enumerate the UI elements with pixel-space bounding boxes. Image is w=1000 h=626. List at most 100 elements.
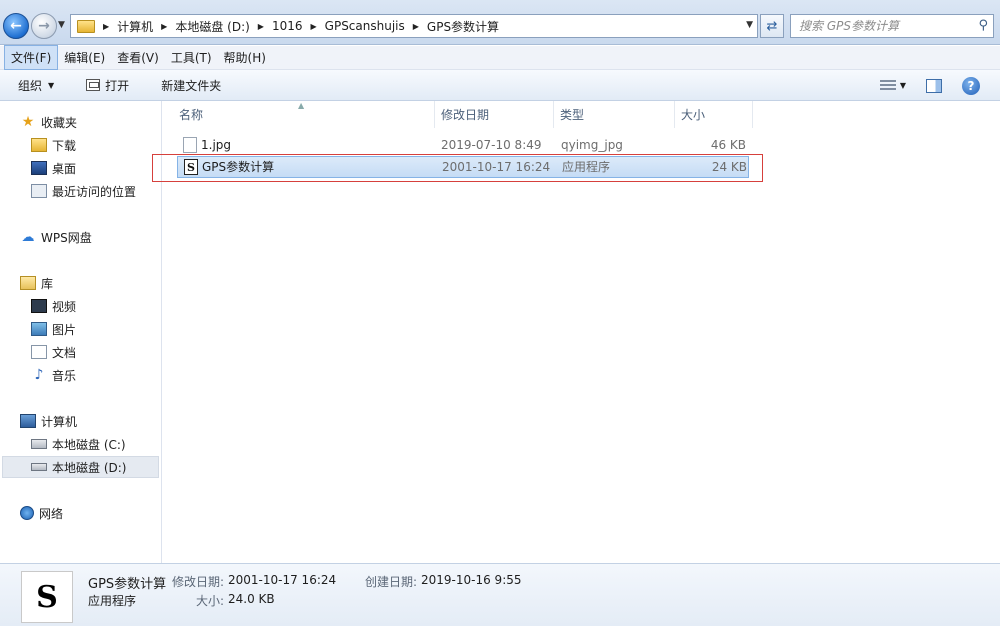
cloud-icon: ☁ — [21, 229, 35, 245]
library-icon — [20, 276, 36, 290]
highlight-box — [152, 154, 763, 182]
image-file-icon — [183, 137, 197, 153]
file-date: 2019-07-10 8:49 — [441, 138, 542, 152]
document-icon — [31, 345, 47, 359]
sidebar-item-recent-places[interactable]: 最近访问的位置 — [31, 180, 136, 202]
preview-pane-icon[interactable] — [926, 78, 942, 93]
open-icon — [86, 79, 101, 91]
sidebar-item-libraries[interactable]: 库 — [20, 272, 53, 294]
computer-icon — [20, 414, 36, 428]
sidebar-item-drive-c[interactable]: 本地磁盘 (C:) — [31, 433, 126, 455]
sidebar-item-videos[interactable]: 视频 — [31, 295, 76, 317]
sidebar-item-label: 收藏夹 — [41, 115, 78, 130]
sidebar-item-label: 桌面 — [52, 161, 77, 176]
back-arrow-icon: ← — [10, 18, 22, 34]
picture-icon — [31, 322, 47, 336]
details-size-value: 24.0 KB — [228, 592, 275, 606]
chevron-right-icon[interactable]: ▶ — [161, 22, 167, 31]
sidebar-item-label: 网络 — [39, 506, 64, 521]
sidebar-item-label: 本地磁盘 (C:) — [52, 437, 126, 452]
column-header-date[interactable]: 修改日期 — [435, 101, 554, 128]
breadcrumb-item[interactable]: ▶ 计算机 — [101, 18, 159, 35]
details-created-label: 创建日期: — [365, 575, 418, 589]
details-file-type: 应用程序 — [88, 594, 137, 608]
drive-icon — [31, 463, 47, 471]
menu-view[interactable]: 查看(V) — [111, 46, 165, 69]
details-size-label: 大小: — [196, 594, 225, 608]
details-pane: S GPS参数计算 应用程序 修改日期: 2001-10-17 16:24 创建… — [0, 563, 1000, 626]
menu-help[interactable]: 帮助(H) — [218, 46, 272, 69]
sidebar-item-label: 计算机 — [41, 414, 78, 429]
navigation-pane: ★ 收藏夹 下载 桌面 最近访问的位置 ☁ WPS网盘 库 视频 图片 文档 ♪… — [0, 101, 162, 563]
refresh-button[interactable]: ⇄ — [760, 14, 784, 38]
sidebar-item-music[interactable]: ♪ 音乐 — [31, 364, 76, 386]
organize-label: 组织 — [18, 78, 43, 93]
breadcrumb-item[interactable]: ▶ GPS参数计算 — [411, 18, 505, 35]
sidebar-item-label: 本地磁盘 (D:) — [52, 460, 127, 475]
chevron-right-icon[interactable]: ▶ — [311, 22, 317, 31]
refresh-icon: ⇄ — [766, 18, 778, 34]
address-history-dropdown-icon[interactable]: ▼ — [746, 20, 753, 30]
menu-edit[interactable]: 编辑(E) — [58, 46, 111, 69]
search-icon[interactable]: ⚲ — [978, 18, 988, 33]
search-input[interactable] — [791, 15, 966, 37]
sidebar-item-label: 库 — [41, 276, 54, 291]
sidebar-item-drive-d[interactable]: 本地磁盘 (D:) — [2, 456, 159, 478]
sidebar-item-label: 最近访问的位置 — [52, 184, 137, 199]
sidebar-item-desktop[interactable]: 桌面 — [31, 157, 76, 179]
sidebar-item-wps-cloud[interactable]: ☁ WPS网盘 — [20, 226, 92, 248]
downloads-folder-icon — [31, 138, 47, 152]
sidebar-item-label: 文档 — [52, 345, 77, 360]
breadcrumb[interactable]: ▶ 计算机 ▶ 本地磁盘 (D:) ▶ 1016 ▶ GPScanshujis ▶ GPS… — [70, 14, 758, 38]
sidebar-item-label: WPS网盘 — [41, 230, 92, 245]
menu-tools[interactable]: 工具(T) — [165, 46, 218, 69]
details-created-value: 2019-10-16 9:55 — [421, 573, 522, 587]
open-label: 打开 — [105, 78, 130, 93]
sidebar-item-documents[interactable]: 文档 — [31, 341, 76, 363]
chevron-down-icon: ▼ — [48, 80, 55, 90]
music-note-icon: ♪ — [34, 367, 44, 383]
sidebar-item-network[interactable]: 网络 — [20, 502, 63, 524]
back-button[interactable]: ← — [3, 13, 29, 39]
new-folder-button[interactable]: 新建文件夹 — [155, 73, 227, 97]
new-folder-label: 新建文件夹 — [161, 78, 222, 93]
file-name: 1.jpg — [201, 138, 232, 152]
sidebar-item-label: 图片 — [52, 322, 77, 337]
menu-bar: 文件(F) 编辑(E) 查看(V) 工具(T) 帮助(H) — [0, 45, 1000, 70]
search-box[interactable]: ⚲ — [790, 14, 994, 38]
help-icon[interactable]: ? — [962, 76, 980, 95]
recent-places-icon — [31, 184, 47, 198]
command-bar: 组织 ▼ 打开 新建文件夹 ▼ ? — [0, 70, 1000, 101]
sidebar-item-downloads[interactable]: 下载 — [31, 134, 76, 156]
column-header-name[interactable]: 名称 ▲ — [163, 101, 435, 128]
open-button[interactable]: 打开 — [80, 73, 135, 97]
view-controls: ▼ ? — [879, 70, 1000, 101]
sidebar-item-favorites[interactable]: ★ 收藏夹 — [20, 111, 77, 133]
details-modified-label: 修改日期: — [172, 575, 225, 589]
video-icon — [31, 299, 47, 313]
sidebar-item-label: 视频 — [52, 299, 77, 314]
column-header-type[interactable]: 类型 — [554, 101, 675, 128]
sidebar-item-pictures[interactable]: 图片 — [31, 318, 76, 340]
forward-button[interactable]: → — [31, 13, 57, 39]
chevron-right-icon[interactable]: ▶ — [103, 22, 109, 31]
network-icon — [20, 506, 34, 520]
recent-pages-dropdown-icon[interactable]: ▼ — [58, 20, 65, 30]
menu-file[interactable]: 文件(F) — [4, 45, 59, 70]
sidebar-item-computer[interactable]: 计算机 — [20, 410, 77, 432]
star-icon: ★ — [21, 114, 35, 130]
view-options-icon[interactable] — [879, 79, 896, 92]
file-size: 46 KB — [710, 138, 746, 152]
file-type: qyimg_jpg — [561, 138, 623, 152]
chevron-down-icon[interactable]: ▼ — [900, 81, 906, 90]
details-file-name: GPS参数计算 — [88, 577, 167, 592]
chevron-right-icon[interactable]: ▶ — [258, 22, 264, 31]
column-header-size[interactable]: 大小 — [675, 101, 753, 128]
breadcrumb-item[interactable]: ▶ 本地磁盘 (D:) — [159, 18, 256, 35]
sort-ascending-icon: ▲ — [298, 101, 305, 110]
chevron-right-icon[interactable]: ▶ — [413, 22, 419, 31]
details-modified-value: 2001-10-17 16:24 — [228, 573, 337, 587]
organize-button[interactable]: 组织 ▼ — [12, 73, 60, 97]
breadcrumb-item[interactable]: ▶ 1016 — [256, 19, 309, 33]
breadcrumb-item[interactable]: ▶ GPScanshujis — [309, 19, 411, 33]
